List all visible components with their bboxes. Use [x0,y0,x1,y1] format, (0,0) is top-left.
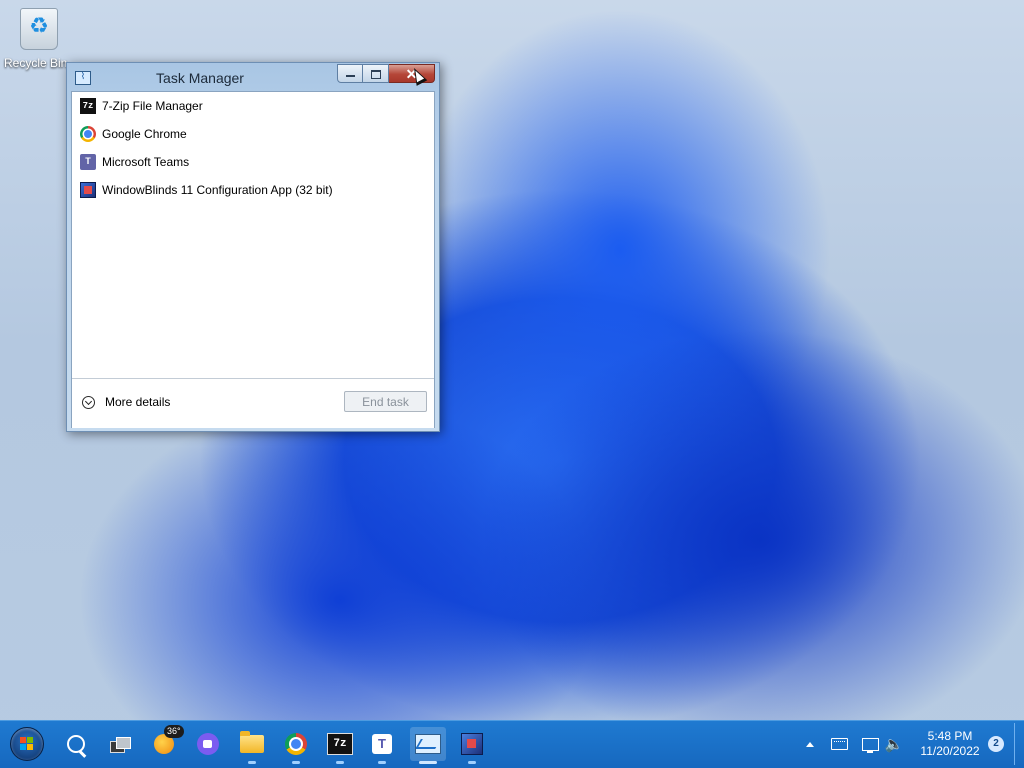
window-client: 7z 7-Zip File Manager Google Chrome Micr… [71,91,435,428]
taskbar-windowblinds[interactable] [454,727,490,764]
process-name: Google Chrome [102,127,187,141]
taskbar-chrome[interactable] [278,727,314,764]
taskbar-clock[interactable]: 5:48 PM 11/20/2022 [914,729,986,759]
video-meeting-icon [197,733,219,755]
search-icon [67,735,85,753]
running-indicator [419,761,437,764]
running-indicator [292,761,300,764]
speaker-icon: 🔈 [884,735,904,753]
folder-icon [240,731,264,753]
minimize-icon [346,75,355,77]
running-indicator [378,761,386,764]
keyboard-icon [830,738,848,750]
window-footer: More details End task [72,378,434,428]
show-desktop-button[interactable] [1014,723,1023,765]
taskbar-file-explorer[interactable] [234,727,270,764]
windowblinds-icon [461,733,483,755]
end-task-button[interactable]: End task [344,391,427,412]
maximize-button[interactable] [363,64,389,83]
taskbar-zoom[interactable] [190,727,226,761]
chrome-icon [80,126,96,142]
taskbar-7zip[interactable]: 7z [322,727,358,764]
process-list: 7z 7-Zip File Manager Google Chrome Micr… [72,92,434,204]
chrome-icon [285,733,307,755]
desktop: Recycle Bin ⌇ Task Manager ✕ 7z 7-Zip Fi… [0,0,1024,720]
clock-date: 11/20/2022 [920,744,980,758]
task-manager-window: ⌇ Task Manager ✕ 7z 7-Zip File Manager G… [66,62,440,432]
process-row-chrome[interactable]: Google Chrome [72,120,434,148]
windowblinds-icon [80,182,96,198]
window-titlebar[interactable]: ⌇ Task Manager ✕ [67,63,439,91]
notification-badge[interactable]: 2 [988,736,1004,752]
teams-icon [372,734,392,754]
desktop-icon-label: Recycle Bin [4,56,68,70]
running-indicator [248,761,256,764]
taskbar-teams[interactable] [364,727,400,764]
process-name: WindowBlinds 11 Configuration App (32 bi… [102,183,333,197]
maximize-icon [371,70,381,79]
desktop-icon-recycle-bin[interactable]: Recycle Bin [4,8,74,70]
task-manager-icon [415,734,441,754]
minimize-button[interactable] [337,64,363,83]
window-title: Task Manager [156,70,244,86]
volume-button[interactable]: 🔈 [884,734,904,754]
network-button[interactable] [860,734,880,754]
running-indicator [336,761,344,764]
network-icon [861,737,879,753]
7zip-icon: 7z [80,98,96,114]
task-view-icon [110,736,131,753]
7zip-icon: 7z [327,733,353,755]
teams-icon [80,154,96,170]
search-button[interactable] [58,727,94,761]
start-button[interactable] [9,727,45,761]
process-name: Microsoft Teams [102,155,190,169]
running-indicator [468,761,476,764]
taskbar-task-manager[interactable] [410,727,446,764]
process-row-windowblinds[interactable]: WindowBlinds 11 Configuration App (32 bi… [72,176,434,204]
clock-time: 5:48 PM [927,729,973,743]
weather-widget[interactable]: 36° [146,725,184,761]
weather-temperature: 36° [164,725,184,738]
process-row-7zip[interactable]: 7z 7-Zip File Manager [72,92,434,120]
recycle-bin-icon [20,8,58,50]
touch-keyboard-button[interactable] [829,734,849,754]
windows-start-icon [10,727,44,761]
more-details-label: More details [105,395,171,409]
chevron-down-icon [82,395,95,409]
process-row-teams[interactable]: Microsoft Teams [72,148,434,176]
more-details-toggle[interactable]: More details [82,395,170,409]
chevron-up-icon [806,741,814,747]
task-view-button[interactable] [102,727,138,761]
taskbar: 36° 7z 🔈 5:48 PM 11/20/2022 2 [0,720,1024,768]
show-hidden-icons-button[interactable] [800,734,820,754]
process-name: 7-Zip File Manager [102,99,203,113]
